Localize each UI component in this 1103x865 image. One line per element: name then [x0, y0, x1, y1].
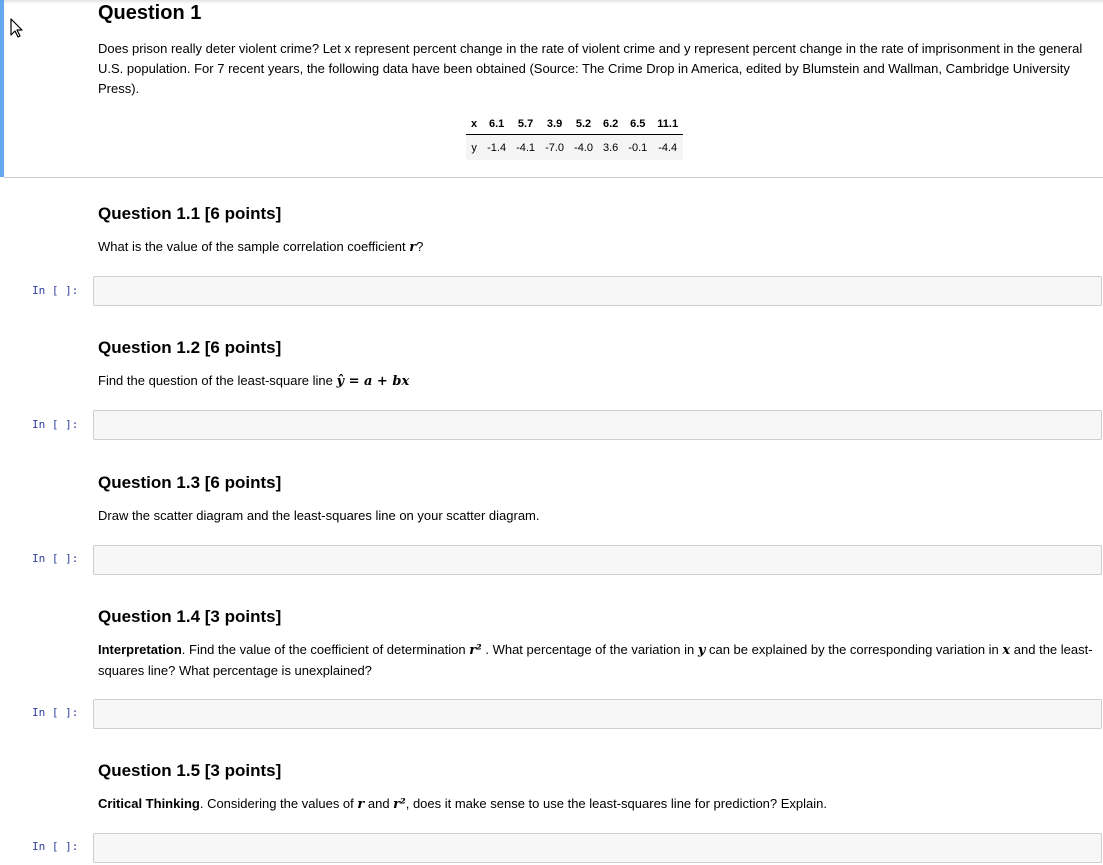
input-prompt: In [ ]:	[32, 552, 79, 565]
markdown-cell-question-1-3[interactable]: Question 1.3 [6 points] Draw the scatter…	[98, 473, 1095, 526]
table-cell: -1.4	[482, 134, 512, 160]
math-least-squares-equation: ŷ = a + bx	[336, 374, 410, 389]
table-cell: -4.1	[511, 134, 541, 160]
text-segment: . Considering the values of	[199, 796, 358, 811]
table-row-x: x 6.1 5.7 3.9 5.2 6.2 6.5 11.1	[466, 114, 684, 135]
markdown-cell-question-1-1[interactable]: Question 1.1 [6 points] What is the valu…	[98, 204, 1095, 258]
markdown-cell-question-1-2[interactable]: Question 1.2 [6 points] Find the questio…	[98, 338, 1095, 392]
question-1-5-heading: Question 1.5 [3 points]	[98, 761, 282, 780]
table-cell: 6.1	[482, 114, 512, 135]
input-prompt: In [ ]:	[32, 840, 79, 853]
table-cell: 6.5	[623, 114, 653, 135]
bold-lead: Critical Thinking	[98, 796, 200, 811]
text-segment: What is the value of the sample correlat…	[98, 239, 410, 254]
code-cell-input[interactable]	[93, 833, 1102, 863]
text-segment: can be explained by the corresponding va…	[705, 642, 1003, 657]
table-cell: 6.2	[598, 114, 624, 135]
selected-cell-indicator	[0, 0, 4, 177]
text-segment: . Find the value of the coefficient of d…	[181, 642, 470, 657]
table-header-x: x	[466, 114, 483, 135]
table-row-y: y -1.4 -4.1 -7.0 -4.0 3.6 -0.1 -4.4	[466, 134, 684, 160]
input-prompt: In [ ]:	[32, 284, 79, 297]
question-1-3-text: Draw the scatter diagram and the least-s…	[98, 508, 540, 523]
text-segment: ?	[416, 239, 424, 254]
math-r-squared: r²	[469, 643, 482, 658]
input-prompt: In [ ]:	[32, 706, 79, 719]
cell-divider	[4, 177, 1103, 178]
code-cell-input[interactable]	[93, 545, 1102, 575]
question-1-5-text: Critical Thinking. Considering the value…	[98, 794, 1095, 815]
markdown-cell-question-1-5[interactable]: Question 1.5 [3 points] Critical Thinkin…	[98, 761, 1095, 815]
mouse-pointer-icon	[10, 18, 23, 38]
markdown-cell-question-1[interactable]: Question 1 Does prison really deter viol…	[98, 2, 1095, 99]
text-segment: and	[364, 796, 394, 811]
math-x: x	[1002, 643, 1011, 658]
table-cell: -0.1	[623, 134, 653, 160]
code-cell-input[interactable]	[93, 699, 1102, 729]
table-cell: -4.0	[569, 134, 598, 160]
table-cell: 3.6	[598, 134, 624, 160]
question-1-body: Does prison really deter violent crime? …	[98, 41, 1083, 96]
question-1-4-heading: Question 1.4 [3 points]	[98, 607, 282, 626]
table-cell: 3.9	[540, 114, 570, 135]
input-prompt: In [ ]:	[32, 418, 79, 431]
text-segment: . What percentage of the variation in	[481, 642, 698, 657]
table-cell: -4.4	[652, 134, 684, 160]
table-cell: 5.7	[511, 114, 541, 135]
code-cell-input[interactable]	[93, 410, 1102, 440]
code-cell-input[interactable]	[93, 276, 1102, 306]
question-1-3-heading: Question 1.3 [6 points]	[98, 473, 282, 492]
math-r-squared: r²	[393, 797, 406, 812]
question-1-heading: Question 1	[98, 2, 202, 24]
markdown-cell-question-1-4[interactable]: Question 1.4 [3 points] Interpretation. …	[98, 607, 1095, 681]
table-cell: -7.0	[540, 134, 570, 160]
table-header-y: y	[466, 134, 483, 160]
data-table: x 6.1 5.7 3.9 5.2 6.2 6.5 11.1 y -1.4 -4…	[466, 114, 684, 160]
table-cell: 5.2	[569, 114, 598, 135]
question-1-1-heading: Question 1.1 [6 points]	[98, 204, 282, 223]
question-1-2-heading: Question 1.2 [6 points]	[98, 338, 282, 357]
question-1-2-text: Find the question of the least-square li…	[98, 371, 1095, 392]
text-segment: , does it make sense to use the least-sq…	[405, 796, 828, 811]
text-segment: Find the question of the least-square li…	[98, 373, 337, 388]
table-cell: 11.1	[652, 114, 684, 135]
bold-lead: Interpretation	[98, 642, 182, 657]
question-1-4-text: Interpretation. Find the value of the co…	[98, 640, 1095, 681]
question-1-1-text: What is the value of the sample correlat…	[98, 237, 1095, 258]
